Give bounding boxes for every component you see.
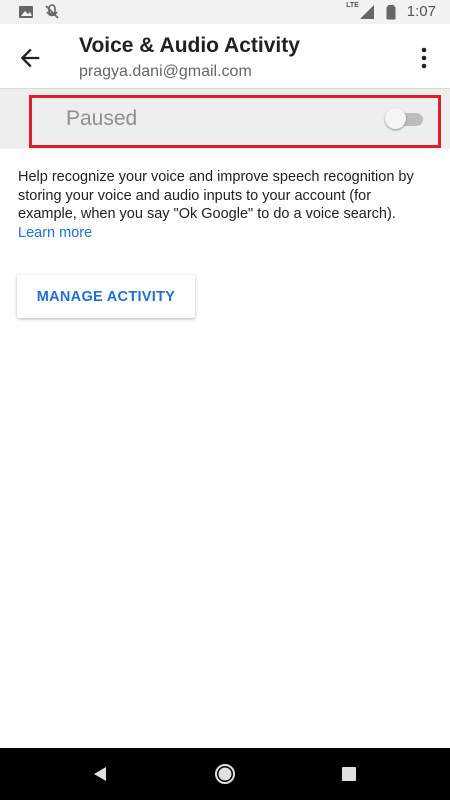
battery-icon	[386, 4, 396, 19]
app-bar: Voice & Audio Activity pragya.dani@gmail…	[0, 24, 450, 89]
no-mic-icon	[45, 4, 59, 19]
page-title: Voice & Audio Activity	[79, 34, 300, 57]
nav-home-icon[interactable]	[214, 763, 236, 785]
learn-more-link[interactable]: Learn more	[18, 225, 92, 241]
status-time: 1:07	[406, 3, 436, 20]
nav-back-icon[interactable]	[91, 765, 109, 783]
lte-label: LTE	[346, 2, 359, 9]
arrow-back-icon[interactable]	[16, 44, 44, 72]
nav-recents-icon[interactable]	[342, 767, 356, 781]
image-icon	[19, 6, 33, 18]
status-bar: LTE 1:07	[0, 0, 450, 24]
activity-toggle[interactable]	[385, 108, 423, 130]
more-vert-icon[interactable]	[412, 44, 436, 72]
description-text: Help recognize your voice and improve sp…	[18, 169, 414, 222]
manage-activity-button[interactable]: MANAGE ACTIVITY	[17, 275, 195, 318]
activity-description: Help recognize your voice and improve sp…	[18, 168, 428, 242]
nav-bar	[0, 748, 450, 800]
activity-status-label: Paused	[66, 107, 138, 130]
account-email: pragya.dani@gmail.com	[79, 63, 252, 80]
signal-icon	[359, 4, 374, 19]
toggle-thumb	[385, 108, 406, 129]
